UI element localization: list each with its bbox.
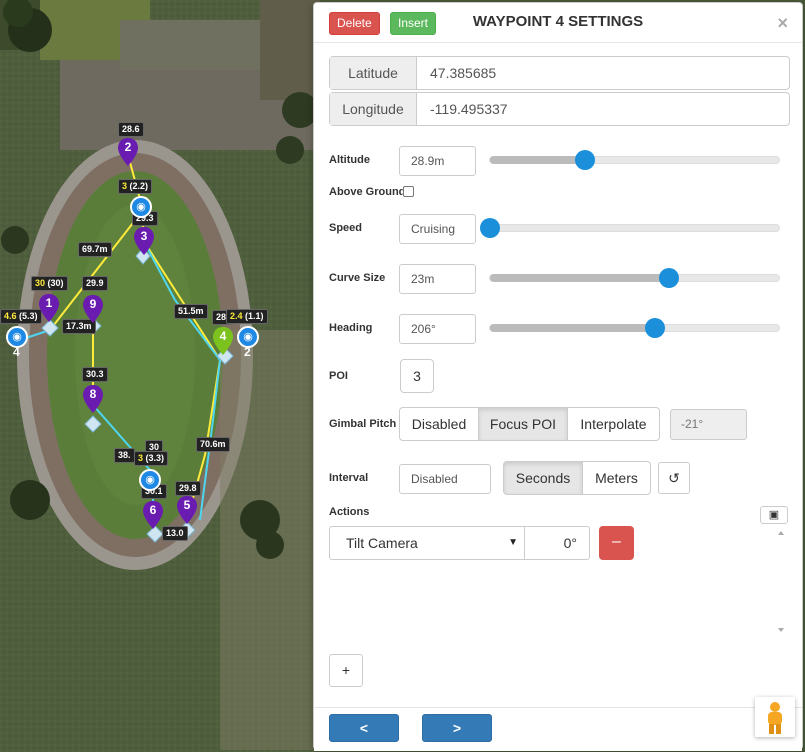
distance-label: 38.	[114, 448, 135, 463]
curve-size-label: Curve Size	[329, 272, 386, 284]
waypoint-marker-selected[interactable]: 4	[212, 326, 234, 356]
slider-handle[interactable]	[480, 218, 500, 238]
undo-icon: ↺	[668, 470, 680, 486]
altitude-label: Altitude	[329, 154, 370, 166]
action-type-value: Tilt Camera	[346, 535, 418, 551]
waypoint-marker[interactable]: 8	[82, 384, 104, 414]
poi-label: POI	[329, 370, 348, 382]
latitude-value[interactable]: 47.385685	[430, 57, 496, 89]
actions-scrollbar[interactable]	[774, 530, 788, 634]
action-type-select[interactable]: Tilt Camera ▼	[329, 526, 525, 560]
panel-header: Delete Insert WAYPOINT 4 SETTINGS ×	[314, 3, 802, 43]
reset-interval-button[interactable]: ↺	[658, 462, 690, 494]
waypoint-marker[interactable]: 5	[176, 495, 198, 525]
poi-button[interactable]: 3	[400, 359, 434, 393]
gimbal-disabled-button[interactable]: Disabled	[399, 407, 479, 441]
distance-label: 70.6m	[196, 437, 230, 452]
latitude-field[interactable]: Latitude 47.385685	[329, 56, 790, 90]
altitude-label: 3 (3.3)	[134, 451, 169, 466]
altitude-label: 30 (30)	[31, 276, 68, 291]
waypoint-marker[interactable]: 6	[142, 500, 164, 530]
previous-waypoint-button[interactable]: <	[329, 714, 399, 742]
heading-label: Heading	[329, 322, 373, 334]
longitude-label: Longitude	[330, 93, 417, 125]
gimbal-pitch-value: -21°	[670, 409, 747, 440]
slider-handle[interactable]	[644, 318, 665, 338]
camera-number: 2	[244, 345, 251, 359]
curve-size-slider[interactable]	[489, 268, 780, 288]
curve-size-input[interactable]: 23m	[399, 264, 476, 294]
speed-label: Speed	[329, 222, 363, 234]
camera-icon[interactable]: ◉	[130, 196, 152, 218]
slider-handle[interactable]	[659, 268, 680, 288]
heading-slider[interactable]	[489, 318, 780, 338]
altitude-label: 2.4 (1.1)	[226, 309, 268, 324]
longitude-field[interactable]: Longitude -119.495337	[329, 92, 790, 126]
remove-action-button[interactable]: –	[599, 526, 634, 560]
actions-label: Actions	[329, 506, 370, 518]
gimbal-pitch-label: Gimbal Pitch	[329, 418, 397, 430]
interval-meters-button[interactable]: Meters	[582, 461, 651, 495]
next-waypoint-button[interactable]: >	[422, 714, 492, 742]
slider-handle[interactable]	[575, 150, 596, 170]
action-value-input[interactable]: 0°	[524, 526, 590, 560]
distance-label: 13.0	[162, 526, 188, 541]
above-ground-checkbox[interactable]	[403, 186, 414, 197]
speed-slider[interactable]	[480, 218, 780, 238]
gimbal-interpolate-button[interactable]: Interpolate	[567, 407, 660, 441]
caret-down-icon: ▼	[508, 537, 518, 548]
altitude-slider[interactable]	[489, 150, 780, 170]
distance-label: 69.7m	[78, 242, 112, 257]
waypoint-marker[interactable]: 9	[82, 294, 104, 324]
waypoint-marker[interactable]: 1	[38, 293, 60, 323]
altitude-input[interactable]: 28.9m	[399, 146, 476, 176]
camera-icon[interactable]: ◉	[139, 469, 161, 491]
distance-label: 28.6	[118, 122, 144, 137]
waypoint-settings-panel: Delete Insert WAYPOINT 4 SETTINGS × Lati…	[313, 2, 803, 751]
longitude-value[interactable]: -119.495337	[430, 93, 508, 125]
heading-input[interactable]: 206°	[399, 314, 476, 344]
interval-label: Interval	[329, 472, 369, 484]
waypoint-marker[interactable]: 2	[117, 137, 139, 167]
camera-number: 4	[13, 345, 20, 359]
waypoint-marker[interactable]: 3	[133, 226, 155, 256]
add-action-button[interactable]: +	[329, 654, 363, 687]
panel-title: WAYPOINT 4 SETTINGS	[472, 13, 644, 30]
pegman-icon[interactable]	[755, 697, 795, 737]
distance-label: 29.8	[175, 481, 201, 496]
gimbal-focus-poi-button[interactable]: Focus POI	[478, 407, 568, 441]
interval-seconds-button[interactable]: Seconds	[503, 461, 583, 495]
close-icon[interactable]: ×	[777, 14, 788, 32]
altitude-label: 3 (2.2)	[118, 179, 153, 194]
distance-label: 29.9	[82, 276, 108, 291]
image-icon[interactable]: ▣	[760, 506, 788, 524]
distance-label: 30.3	[82, 367, 108, 382]
interval-input[interactable]: Disabled	[399, 464, 491, 494]
speed-input[interactable]: Cruising	[399, 214, 476, 244]
distance-label: 51.5m	[174, 304, 208, 319]
latitude-label: Latitude	[330, 57, 417, 89]
altitude-label: 4.6 (5.3)	[0, 309, 42, 324]
above-ground-label: Above Ground	[329, 186, 406, 198]
